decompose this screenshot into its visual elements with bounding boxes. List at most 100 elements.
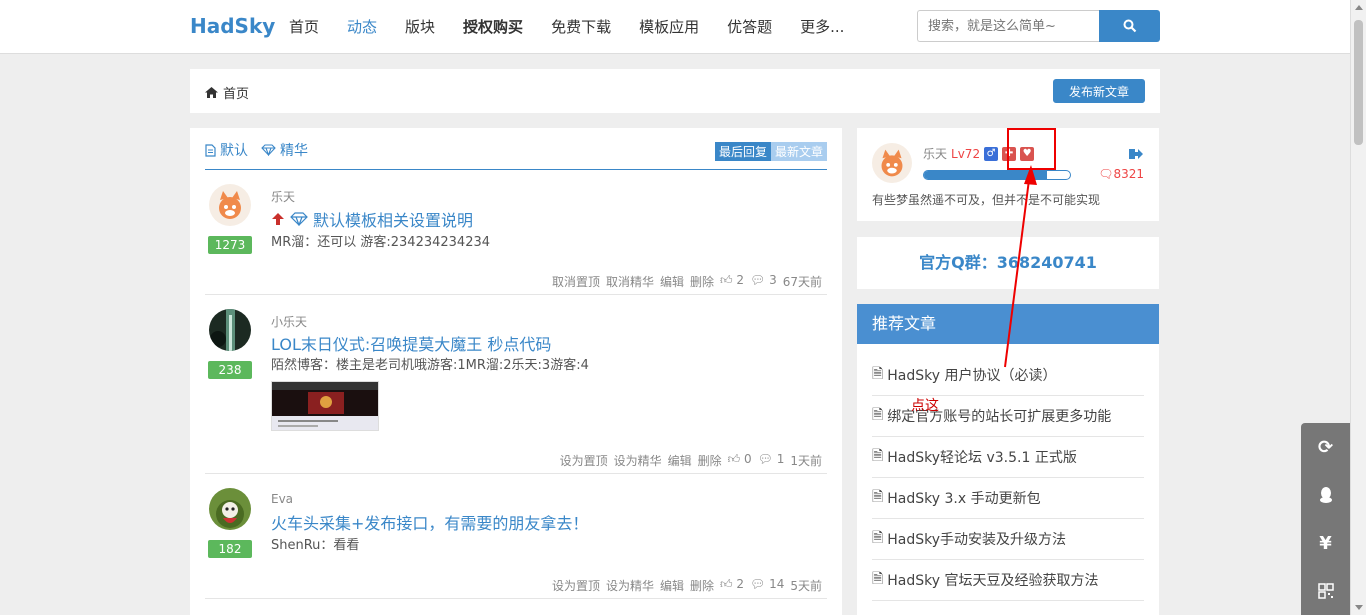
- breadcrumb-home[interactable]: 首页: [223, 83, 249, 102]
- yuan-icon[interactable]: ¥: [1301, 519, 1350, 567]
- post-meta: 取消置顶 取消精华 编辑 删除 👍︎ 2 💬︎ 3 67天前: [552, 273, 822, 290]
- recommend-item[interactable]: 🗎︎ HadSky 用户协议（必读）: [872, 355, 1144, 396]
- breadcrumb[interactable]: 首页: [205, 83, 249, 102]
- nav-item-feed[interactable]: 动态: [333, 0, 391, 54]
- post-author[interactable]: Eva: [271, 492, 293, 506]
- qq-group-text[interactable]: 官方Q群：368240741: [857, 237, 1159, 289]
- feature-link[interactable]: 设为精华: [606, 577, 654, 594]
- tab-featured[interactable]: 精华: [261, 140, 308, 160]
- recommend-item[interactable]: 🗎︎ HadSky轻论坛 v3.5.1 正式版: [872, 437, 1144, 478]
- page-scrollbar[interactable]: [1350, 0, 1366, 615]
- avatar[interactable]: [209, 309, 251, 351]
- post-title-row: LOL末日仪式:召唤提莫大魔王 秒点代码: [271, 331, 551, 355]
- nav-item-license[interactable]: 授权购买: [449, 0, 537, 54]
- post-meta: 设为置顶 设为精华 编辑 删除 👍︎ 0 💬︎ 1 1天前: [560, 452, 822, 469]
- nav-item-home[interactable]: 首页: [275, 0, 333, 54]
- recommend-item-label[interactable]: HadSky手动安装及升级方法: [887, 529, 1066, 549]
- nav-item-more[interactable]: 更多...: [786, 0, 858, 54]
- unpin-link[interactable]: 取消置顶: [552, 273, 600, 290]
- pinned-arrow-icon: [272, 213, 284, 225]
- recommend-item[interactable]: 🗎︎ HadSky手动安装及升级方法: [872, 519, 1144, 560]
- edit-link[interactable]: 编辑: [660, 273, 684, 290]
- scroll-up-icon[interactable]: [1355, 5, 1363, 10]
- post-time: 67天前: [782, 275, 822, 289]
- document-icon: 🗎︎: [872, 571, 884, 587]
- tab-default[interactable]: 默认: [205, 140, 248, 160]
- recommend-item[interactable]: 🗎︎ HadSky 3.x 手动更新包: [872, 478, 1144, 519]
- site-logo[interactable]: HadSky: [190, 14, 275, 38]
- document-icon: [205, 143, 216, 157]
- pin-link[interactable]: 设为置顶: [552, 577, 600, 594]
- sort-last-reply[interactable]: 最后回复: [714, 142, 771, 161]
- delete-link[interactable]: 删除: [690, 577, 714, 594]
- post-title-row: 默认模板相关设置说明: [271, 207, 473, 231]
- post-thumbnail[interactable]: [271, 381, 379, 431]
- top-navbar: HadSky 首页 动态 版块 授权购买 免费下载 模板应用 优答题 更多...: [0, 0, 1350, 54]
- post-title[interactable]: LOL末日仪式:召唤提莫大魔王 秒点代码: [271, 331, 551, 355]
- document-icon: 🗎︎: [872, 530, 884, 546]
- user-level: Lv72: [951, 146, 981, 161]
- delete-link[interactable]: 删除: [698, 452, 722, 469]
- sort-switch: 最后回复 最新文章: [714, 142, 827, 161]
- new-post-button[interactable]: 发布新文章: [1053, 79, 1145, 103]
- search-icon: [1123, 19, 1136, 33]
- reply-count-badge: 238: [208, 361, 252, 379]
- nav-item-quiz[interactable]: 优答题: [713, 0, 786, 54]
- like-button[interactable]: 👍︎ 0: [728, 452, 752, 469]
- feature-link[interactable]: 设为精华: [614, 452, 662, 469]
- delete-link[interactable]: 删除: [690, 273, 714, 290]
- diamond-icon: [290, 212, 308, 226]
- like-button[interactable]: 👍︎ 2: [720, 577, 744, 594]
- post-item: 182 Eva 火车头采集+发布接口，有需要的朋友拿去！ ShenRu：看看 设…: [205, 474, 827, 599]
- comment-count: 💬︎ 1: [758, 452, 785, 469]
- avatar[interactable]: [209, 184, 251, 226]
- recommend-item-label[interactable]: HadSky轻论坛 v3.5.1 正式版: [887, 447, 1077, 467]
- user-avatar[interactable]: [872, 143, 912, 183]
- comment-count-value: 1: [776, 452, 785, 466]
- edit-link[interactable]: 编辑: [668, 452, 692, 469]
- diamond-icon: [261, 144, 276, 156]
- floating-toolbar: ⟳ ¥: [1301, 423, 1350, 615]
- logout-icon[interactable]: [1129, 148, 1143, 160]
- search-input[interactable]: [917, 10, 1099, 42]
- qq-icon[interactable]: [1301, 471, 1350, 519]
- post-title[interactable]: 火车头采集+发布接口，有需要的朋友拿去！: [271, 510, 588, 534]
- thumbs-up-icon: 👍︎: [727, 452, 741, 466]
- recommend-item-label[interactable]: HadSky 用户协议（必读）: [887, 365, 1056, 385]
- nav-item-download[interactable]: 免费下载: [537, 0, 625, 54]
- nav-item-boards[interactable]: 版块: [391, 0, 449, 54]
- post-list-panel: 默认 精华 最后回复 最新文章 1273 乐天 默认模板相关设置说明 MR溜：还…: [190, 128, 842, 615]
- search-button[interactable]: [1099, 10, 1160, 42]
- scrollbar-thumb[interactable]: [1354, 20, 1363, 145]
- thumbs-up-icon: 👍︎: [720, 577, 733, 591]
- refresh-icon[interactable]: ⟳: [1301, 423, 1350, 471]
- user-name[interactable]: 乐天: [923, 145, 947, 162]
- tab-default-label: 默认: [220, 143, 248, 159]
- document-icon: 🗎︎: [872, 448, 884, 464]
- reply-count-badge: 1273: [208, 236, 252, 254]
- scroll-down-icon[interactable]: [1355, 605, 1363, 610]
- comment-icon: 💬︎: [757, 452, 773, 466]
- post-title-row: 火车头采集+发布接口，有需要的朋友拿去！: [271, 510, 588, 534]
- post-title[interactable]: 默认模板相关设置说明: [313, 207, 473, 231]
- tab-featured-label: 精华: [280, 143, 308, 159]
- post-tabs: 默认 精华 最后回复 最新文章: [205, 140, 827, 170]
- recommend-item-label[interactable]: HadSky 3.x 手动更新包: [887, 488, 1040, 508]
- recommend-item-label[interactable]: HadSky 官坛天豆及经验获取方法: [887, 570, 1098, 590]
- edit-link[interactable]: 编辑: [660, 577, 684, 594]
- avatar[interactable]: [209, 488, 251, 530]
- document-icon: 🗎︎: [872, 366, 884, 382]
- pin-link[interactable]: 设为置顶: [560, 452, 608, 469]
- recommend-item[interactable]: 🗎︎ HadSky 官坛天豆及经验获取方法: [872, 560, 1144, 601]
- post-author[interactable]: 乐天: [271, 188, 295, 205]
- sort-newest[interactable]: 最新文章: [770, 142, 827, 161]
- comment-icon: 💬︎: [750, 577, 766, 591]
- like-button[interactable]: 👍︎ 2: [720, 273, 744, 290]
- thumbs-up-icon: 👍︎: [720, 273, 733, 287]
- nav-item-templates[interactable]: 模板应用: [625, 0, 713, 54]
- message-count[interactable]: 🗨︎8321: [1098, 167, 1144, 181]
- post-summary: ShenRu：看看: [271, 538, 360, 553]
- unfeature-link[interactable]: 取消精华: [606, 273, 654, 290]
- post-author[interactable]: 小乐天: [271, 313, 307, 330]
- qrcode-icon[interactable]: [1301, 567, 1350, 615]
